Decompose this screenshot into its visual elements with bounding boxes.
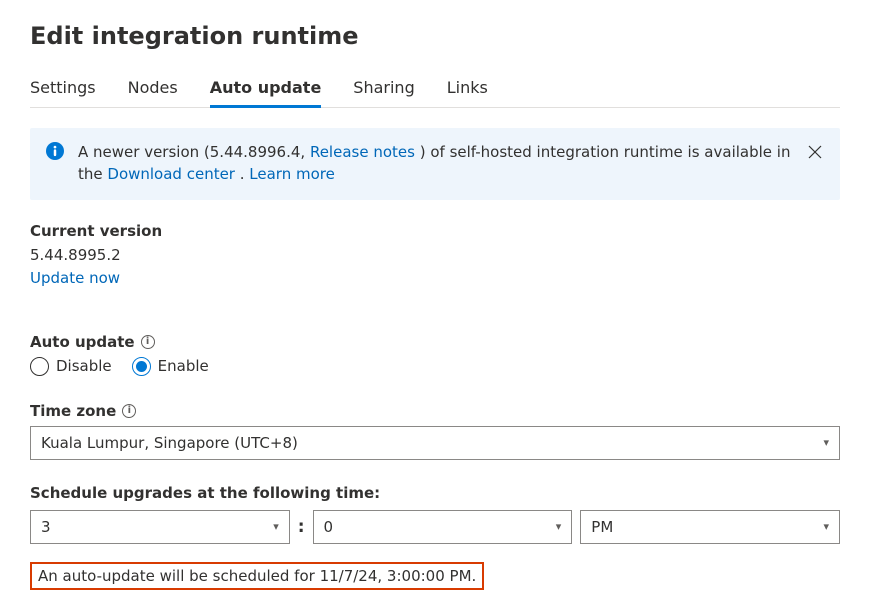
timezone-label-text: Time zone xyxy=(30,402,116,420)
info-circle-icon[interactable]: i xyxy=(141,335,155,349)
download-center-link[interactable]: Download center xyxy=(107,165,235,183)
scheduled-message: An auto-update will be scheduled for 11/… xyxy=(30,562,484,590)
timezone-label: Time zone i xyxy=(30,402,840,420)
tab-sharing[interactable]: Sharing xyxy=(353,78,414,107)
tab-nodes[interactable]: Nodes xyxy=(128,78,178,107)
schedule-minute-value: 0 xyxy=(324,518,334,536)
auto-update-label-text: Auto update xyxy=(30,333,135,351)
current-version-block: Current version 5.44.8995.2 Update now xyxy=(30,222,840,309)
schedule-label: Schedule upgrades at the following time: xyxy=(30,484,840,502)
radio-enable-label: Enable xyxy=(158,357,209,375)
schedule-minute-select[interactable]: 0 ▾ xyxy=(313,510,573,544)
tab-links[interactable]: Links xyxy=(447,78,488,107)
info-banner: A newer version (5.44.8996.4, Release no… xyxy=(30,128,840,200)
update-now-link[interactable]: Update now xyxy=(30,269,120,287)
tabs: Settings Nodes Auto update Sharing Links xyxy=(30,78,840,108)
current-version-label: Current version xyxy=(30,222,840,240)
schedule-block: Schedule upgrades at the following time:… xyxy=(30,484,840,544)
radio-disable-icon xyxy=(30,357,49,376)
time-colon: : xyxy=(298,517,305,537)
tab-settings[interactable]: Settings xyxy=(30,78,96,107)
page-title: Edit integration runtime xyxy=(30,22,840,50)
banner-text-3: . xyxy=(235,165,249,183)
tab-auto-update[interactable]: Auto update xyxy=(210,78,322,107)
auto-update-label: Auto update i xyxy=(30,333,840,351)
chevron-down-icon: ▾ xyxy=(823,520,829,533)
schedule-ampm-select[interactable]: PM ▾ xyxy=(580,510,840,544)
radio-disable[interactable]: Disable xyxy=(30,357,112,376)
close-icon[interactable] xyxy=(806,142,824,165)
current-version-value: 5.44.8995.2 xyxy=(30,246,840,264)
auto-update-block: Auto update i Disable Enable xyxy=(30,333,840,376)
learn-more-link[interactable]: Learn more xyxy=(249,165,335,183)
chevron-down-icon: ▾ xyxy=(823,436,829,449)
release-notes-link[interactable]: Release notes xyxy=(310,143,415,161)
schedule-ampm-value: PM xyxy=(591,518,613,536)
chevron-down-icon: ▾ xyxy=(273,520,279,533)
banner-text: A newer version (5.44.8996.4, Release no… xyxy=(78,142,792,186)
timezone-value: Kuala Lumpur, Singapore (UTC+8) xyxy=(41,434,298,452)
schedule-hour-value: 3 xyxy=(41,518,51,536)
timezone-select[interactable]: Kuala Lumpur, Singapore (UTC+8) ▾ xyxy=(30,426,840,460)
chevron-down-icon: ▾ xyxy=(556,520,562,533)
radio-disable-label: Disable xyxy=(56,357,112,375)
radio-enable-icon xyxy=(132,357,151,376)
banner-text-1: A newer version (5.44.8996.4, xyxy=(78,143,310,161)
info-icon xyxy=(46,142,64,160)
timezone-block: Time zone i Kuala Lumpur, Singapore (UTC… xyxy=(30,402,840,460)
info-circle-icon[interactable]: i xyxy=(122,404,136,418)
schedule-hour-select[interactable]: 3 ▾ xyxy=(30,510,290,544)
radio-enable[interactable]: Enable xyxy=(132,357,209,376)
